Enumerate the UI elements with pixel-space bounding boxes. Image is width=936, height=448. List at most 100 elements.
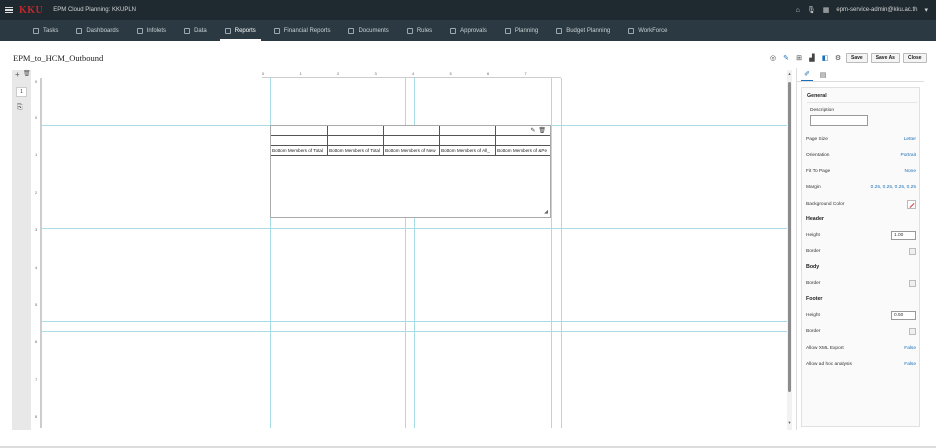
fit-to-page-value[interactable]: None [905,169,916,174]
ruler-tick: 7 [524,71,527,76]
navigator-icon[interactable]: ▦ [823,6,830,14]
ruler-tick: 2 [35,189,38,195]
resize-handle-icon[interactable]: ◢ [544,209,548,215]
microphone-icon[interactable]: 🎙 [807,6,816,14]
nav-tab-tasks[interactable]: Tasks [24,20,67,41]
nav-tab-financial-reports[interactable]: Financial Reports [265,20,340,41]
grid-cell[interactable]: Bottom Members of Total [328,146,384,156]
user-menu[interactable]: epm-service-admin@kku.ac.th [836,7,917,13]
report-grid[interactable]: Bottom Members of Total Bottom Members of… [270,125,551,218]
nav-tab-planning[interactable]: Planning [496,20,547,41]
grid-cell[interactable] [384,126,440,136]
delete-page-icon[interactable]: 🗑 [23,70,31,77]
grid-edit-icon[interactable]: ✎ [530,127,535,134]
ruler-tick: 2 [337,71,340,76]
footer-height-input[interactable]: 0.50 [891,310,916,320]
close-button[interactable]: Close [902,52,927,63]
nav-tab-dashboards[interactable]: Dashboards [67,20,127,41]
header-border-label: Border [806,248,821,254]
save-button[interactable]: Save [846,52,868,63]
chevron-down-icon[interactable]: ▾ [924,6,928,14]
app-title: EPM Cloud Planning: KKUPLN [53,7,136,13]
adhoc-analysis-value[interactable]: False [904,362,916,367]
grid-cell[interactable]: Bottom Members of Total [271,146,328,156]
header-height-input[interactable]: 1.00 [891,230,916,240]
layout-icon[interactable]: ◧ [820,52,830,63]
body-border-checkbox[interactable] [909,279,916,287]
nav-tab-workforce[interactable]: WorkForce [619,20,676,41]
body-border-label: Border [806,280,821,286]
insert-chart-icon[interactable]: ▟ [807,52,817,63]
grid-cell[interactable] [271,126,328,136]
guide-line [41,78,42,428]
description-label: Description [810,108,834,113]
ruler-tick: 7 [35,376,38,382]
nav-tab-label: Data [194,27,207,34]
header-height-row: Height 1.00 [806,230,916,240]
xml-export-value[interactable]: False [904,346,916,351]
nav-tab-label: Approvals [460,27,487,34]
page-size-value[interactable]: Letter [904,137,916,142]
grid-cell[interactable] [440,136,496,146]
grid-cell[interactable] [328,126,384,136]
nav-tab-rules[interactable]: Rules [398,20,441,41]
page-size-label: Page Size [806,136,828,142]
report-canvas[interactable] [33,70,787,430]
hamburger-menu-icon[interactable] [5,7,13,13]
save-as-button[interactable]: Save As [870,52,900,63]
grid-cell[interactable] [496,136,550,146]
ruler-tick: 5 [449,71,452,76]
nav-tab-documents[interactable]: Documents [339,20,397,41]
scroll-up-icon[interactable]: ▲ [787,71,792,76]
grid-cell[interactable] [384,136,440,146]
description-input[interactable] [810,115,868,126]
grid-cell[interactable] [440,126,496,136]
nav-tab-reports[interactable]: Reports [216,20,265,41]
grid-cell[interactable]: Bottom Members of &Pe [496,146,550,156]
ruler-tick: 3 [374,71,377,76]
canvas-scrollbar[interactable]: ▲ ▼ [787,70,792,430]
settings-gear-icon[interactable]: ⚙ [833,52,843,63]
header-border-checkbox[interactable] [909,247,916,255]
ruler-tick: 6 [487,71,490,76]
adhoc-analysis-label: Allow ad hoc analysis [806,361,852,367]
grid-cell[interactable] [328,136,384,146]
top-right-actions: ⌂ 🎙 ▦ epm-service-admin@kku.ac.th ▾ [796,0,928,20]
nav-tab-approvals[interactable]: Approvals [441,20,496,41]
header-height-label: Height [806,232,820,238]
orientation-value[interactable]: Portrait [901,153,916,158]
edit-pencil-icon[interactable]: ✎ [781,52,791,63]
globe-icon[interactable]: ◎ [768,52,778,63]
reports-icon [224,27,231,34]
insert-grid-icon[interactable]: ⊞ [794,52,804,63]
margin-value[interactable]: 0.25, 0.25, 0.25, 0.25 [871,185,916,190]
page-thumbnail[interactable]: 1 [16,87,27,97]
nav-tab-data[interactable]: Data [175,20,216,41]
grid-cell[interactable]: Bottom Members of All_ [440,146,496,156]
scroll-thumb[interactable] [788,82,791,392]
background-color-row: Background Color [806,199,916,209]
footer-border-checkbox[interactable] [909,327,916,335]
grid-tab-icon[interactable]: ▤ [817,69,829,81]
add-page-icon[interactable]: + [15,70,20,79]
nav-tab-label: Rules [416,27,433,34]
properties-tab-icon[interactable]: ✐ [801,69,813,81]
footer-border-row: Border [806,326,916,336]
nav-tab-infolets[interactable]: Infolets [128,20,175,41]
header-section-title: Header [806,216,824,222]
scroll-down-icon[interactable]: ▼ [787,420,792,425]
insert-page-icon[interactable]: ⎘ [17,104,23,112]
grid-delete-icon[interactable]: 🗑 [538,127,546,134]
home-icon[interactable]: ⌂ [796,7,800,14]
footer-section-title: Footer [806,296,823,302]
grid-cell[interactable]: Bottom Members of New [384,146,440,156]
grid-cell[interactable] [271,136,328,146]
page-size-row: Page Size Letter [806,134,916,144]
approvals-icon [450,27,457,34]
grid-spacer-row [271,136,550,146]
ruler-tick: 0 [35,115,38,120]
orientation-row: Orientation Portrait [806,150,916,160]
no-color-icon[interactable] [907,199,916,209]
ruler-tick: 4 [412,71,415,76]
nav-tab-budget-planning[interactable]: Budget Planning [547,20,619,41]
